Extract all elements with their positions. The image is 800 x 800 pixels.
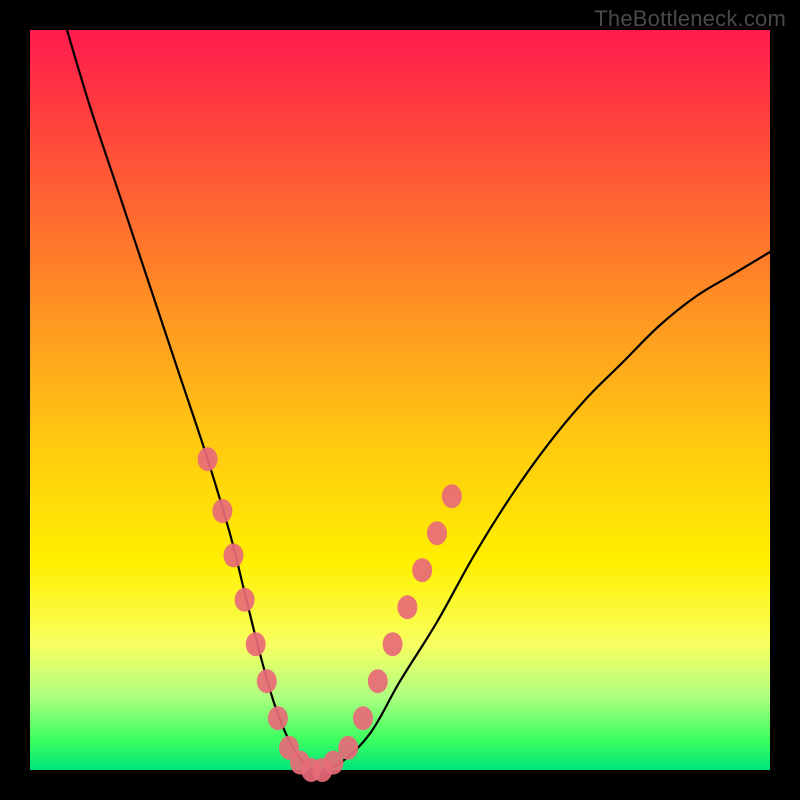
curve-layer	[67, 30, 770, 770]
marker-dot	[442, 484, 462, 508]
marker-dot	[427, 521, 447, 545]
marker-dot	[235, 588, 255, 612]
marker-dot	[198, 447, 218, 471]
marker-dot	[383, 632, 403, 656]
chart-svg	[30, 30, 770, 770]
marker-dot	[412, 558, 432, 582]
chart-frame: TheBottleneck.com	[0, 0, 800, 800]
bottleneck-curve-path	[67, 30, 770, 770]
marker-dot	[224, 543, 244, 567]
marker-dots-group	[198, 447, 462, 782]
plot-area	[30, 30, 770, 770]
watermark-text: TheBottleneck.com	[594, 6, 786, 32]
marker-dot	[368, 669, 388, 693]
marker-dot	[353, 706, 373, 730]
marker-dot	[268, 706, 288, 730]
marker-dot	[212, 499, 232, 523]
marker-dot	[397, 595, 417, 619]
marker-dot	[338, 736, 358, 760]
marker-dot	[246, 632, 266, 656]
marker-dot	[257, 669, 277, 693]
